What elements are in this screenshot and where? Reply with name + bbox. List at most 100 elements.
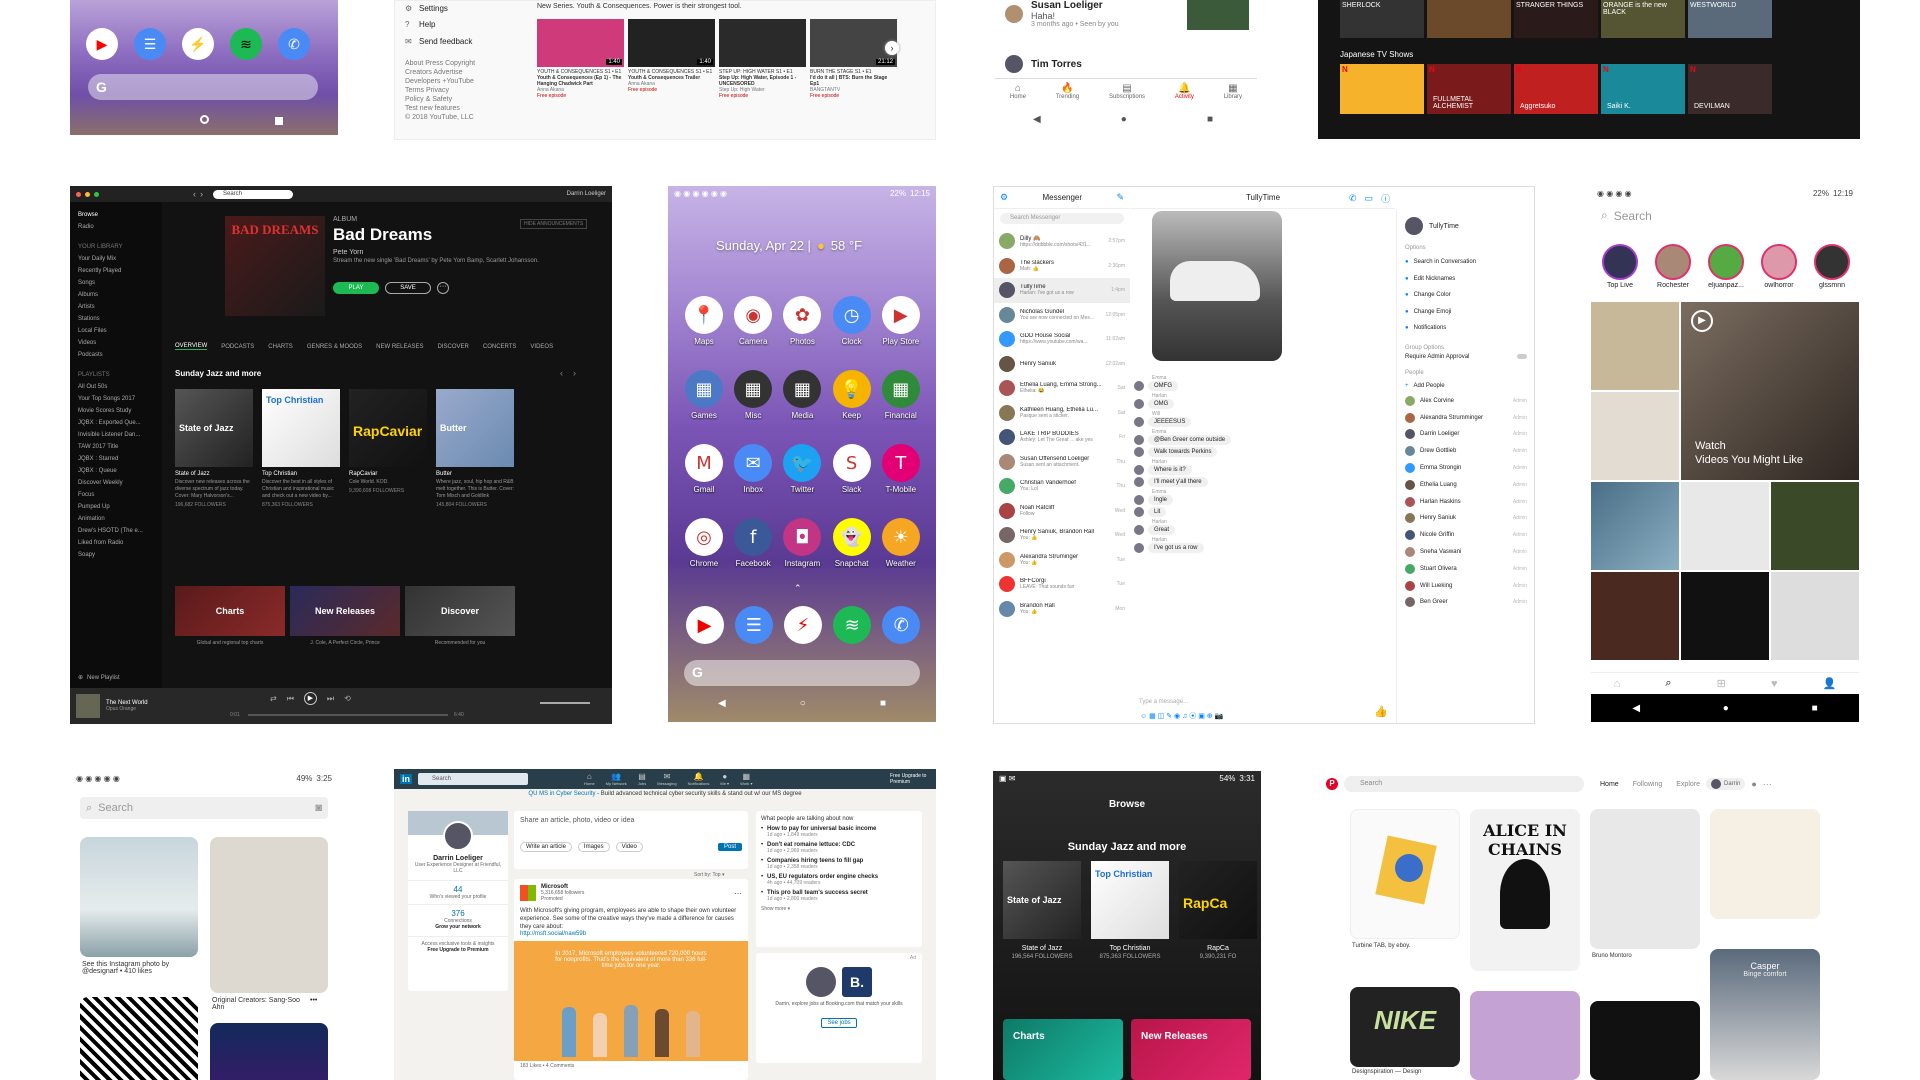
grid-post[interactable] (1591, 482, 1679, 570)
story-item[interactable]: Rochester (1650, 244, 1696, 289)
app-chrome[interactable]: ◎ Chrome (685, 518, 723, 568)
person-row[interactable]: Ben Greer Admin (1405, 594, 1527, 611)
hide-announcements-button[interactable]: HIDE ANNOUNCEMENTS (520, 219, 588, 229)
nav-my-network[interactable]: 👥 My Network (606, 772, 627, 786)
playlist-card[interactable]: State of Jazz State of Jazz 196,564 FOLLOW… (1003, 861, 1081, 960)
next-page-icon[interactable]: › (573, 368, 576, 378)
message-bubble[interactable]: I'll meet y'all there (1148, 477, 1208, 487)
nav-jobs[interactable]: ▤ Jobs (638, 772, 646, 786)
message-input[interactable]: Type a message... (1139, 699, 1389, 705)
post-link[interactable]: http://msft.social/naw59b (514, 931, 748, 937)
more-options-icon[interactable]: ··· (1763, 779, 1772, 789)
app-drawer-chevron-icon[interactable]: ⌃ (794, 583, 802, 594)
category-banner[interactable]: Charts Global and regional top charts (175, 586, 285, 646)
message-bubble[interactable]: Where is it? (1148, 465, 1192, 475)
search-input[interactable]: Search (418, 773, 528, 785)
story-item[interactable]: owlhorror (1756, 244, 1802, 289)
category-banner[interactable]: New Releases J. Cole, A Perfect Circle, P… (290, 586, 400, 646)
tab-discover[interactable]: DISCOVER (438, 344, 469, 350)
app-gmail[interactable]: M Gmail (685, 444, 723, 494)
footer-link[interactable]: Creators Advertise (405, 68, 495, 77)
add-people-button[interactable]: + Add People (1405, 379, 1527, 393)
message-bubble[interactable]: Walk towards Perkins (1148, 447, 1218, 457)
playlist-item[interactable]: JQBX : Exported Que... (78, 417, 154, 429)
app-weather[interactable]: ☀ Weather (881, 518, 920, 568)
playlist-item[interactable]: Soapy (78, 549, 154, 561)
next-icon[interactable]: ⏭ (327, 694, 334, 704)
reactions-count[interactable]: 183 Likes • 4 Comments (514, 1061, 748, 1071)
nav-explore[interactable]: Explore (1676, 781, 1700, 788)
video-thumbnail[interactable] (1187, 0, 1249, 30)
charts-tile[interactable]: Charts (1003, 1019, 1123, 1080)
window-close-button[interactable] (76, 191, 81, 197)
library-item[interactable]: Songs (78, 277, 154, 289)
message-bubble[interactable]: I've got us a row (1148, 543, 1204, 553)
app-photos[interactable]: ✿ Photos (783, 296, 822, 346)
title-tile[interactable]: SHERLOCK (1340, 0, 1424, 38)
post-image[interactable]: In 2017, Microsoft employees volunteered… (514, 941, 748, 1061)
title-tile[interactable]: ORANGE is the new BLACK (1601, 0, 1685, 38)
library-item[interactable]: Videos (78, 337, 154, 349)
tab-podcasts[interactable]: PODCASTS (221, 344, 254, 350)
search-input[interactable]: Search (213, 189, 293, 199)
nav-subscriptions[interactable]: ▤ Subscriptions (1109, 83, 1145, 100)
grid-post[interactable] (1591, 572, 1679, 660)
pin-image[interactable] (80, 997, 198, 1080)
nav-library[interactable]: ▦ Library (1224, 83, 1242, 100)
nav-notifications[interactable]: 🔔 Notifications (688, 772, 710, 786)
playlist-card[interactable]: Top Christian Top Christian Discover the b… (262, 389, 340, 508)
youtube-icon[interactable]: ▶ (685, 606, 724, 644)
album-art[interactable]: BAD DREAMS (225, 216, 325, 316)
conversation-item[interactable]: Nicholas Gundel You are now connected on … (994, 303, 1130, 328)
nav-recents-button[interactable] (275, 117, 283, 125)
app-clock[interactable]: ◷ Clock (832, 296, 871, 346)
linkedin-logo-icon[interactable]: in (400, 774, 412, 784)
progress-bar[interactable] (248, 714, 448, 716)
search-input[interactable]: Search Messenger (1000, 213, 1124, 224)
compose-icon[interactable]: ✎ (1116, 192, 1124, 203)
video-call-icon[interactable]: ▭ (1365, 193, 1374, 204)
library-item[interactable]: Local Files (78, 325, 154, 337)
conversation-item[interactable]: BFFCorgi LEAVE: That sounds fun Tue (994, 572, 1130, 597)
show-more-button[interactable]: Show more ▾ (761, 906, 917, 912)
back-arrow-icon[interactable]: ‹ (193, 189, 196, 199)
tab-overview[interactable]: OVERVIEW (175, 343, 208, 350)
profile-views[interactable]: 44 Who's viewed your profile (408, 880, 508, 900)
messages-icon[interactable]: ☰ (734, 606, 773, 644)
app-twitter[interactable]: 🐦 Twitter (783, 444, 822, 494)
message-bubble[interactable]: Lit (1148, 507, 1167, 517)
playlist-card[interactable]: RapCaviar RapCaviar Cole World. KOD. 9,390,… (349, 389, 427, 494)
message-bubble[interactable]: OMG (1148, 399, 1175, 409)
play-pause-button[interactable]: ▶ (303, 692, 317, 705)
conversation-item[interactable]: Noah Ratcliff Follow Wed (994, 499, 1130, 524)
pinterest-logo-icon[interactable]: P (1326, 778, 1338, 790)
premium-link[interactable]: Free Upgrade to Premium (408, 947, 508, 953)
messages-icon[interactable]: ● (1751, 779, 1756, 789)
messenger-icon[interactable]: ⚡ (783, 606, 822, 644)
playlist-card[interactable]: Top Christian Top Christian 875,363 FOLLOW… (1091, 861, 1169, 960)
footer-link[interactable]: © 2018 YouTube, LLC (405, 113, 495, 122)
microsoft-logo-icon[interactable] (520, 885, 536, 901)
category-banner[interactable]: Discover Recommended for you (405, 586, 515, 646)
story-item[interactable]: glssmnn (1809, 244, 1855, 289)
nav-following[interactable]: Following (1633, 781, 1663, 788)
app-keep[interactable]: 💡 Keep (832, 370, 871, 420)
option-edit-nicknames[interactable]: ● Edit Nicknames (1405, 271, 1527, 288)
person-row[interactable]: Nicole Griffin Admin (1405, 527, 1527, 544)
library-item[interactable]: Albums (78, 289, 154, 301)
footer-link[interactable]: About Press Copyright (405, 59, 495, 68)
conversation-item[interactable]: Susan Offensend Loeliger Susan sent an at… (994, 450, 1130, 475)
recents-icon[interactable]: ■ (1207, 114, 1213, 125)
playlist-item[interactable]: JQBX : Starred (78, 453, 154, 465)
help-item[interactable]: ? Help (405, 15, 495, 33)
app-inbox[interactable]: ✉ Inbox (734, 444, 773, 494)
pin-image[interactable] (210, 837, 328, 993)
person-row[interactable]: Emma Strongin Admin (1405, 460, 1527, 477)
see-jobs-button[interactable]: See jobs (821, 1018, 857, 1028)
option-change-emoji[interactable]: ● Change Emoji (1405, 304, 1527, 321)
profile-name[interactable]: Darrin Loeliger (408, 855, 508, 862)
playlist-item[interactable]: Animation (78, 513, 154, 525)
app-play-store[interactable]: ▶ Play Store (881, 296, 920, 346)
album-artist[interactable]: Pete Yorn (333, 249, 539, 256)
shared-photo[interactable] (1152, 211, 1282, 361)
